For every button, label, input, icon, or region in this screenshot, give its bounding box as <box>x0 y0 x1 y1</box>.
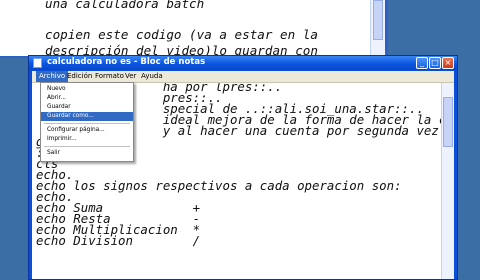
menu-ayuda[interactable]: Ayuda <box>138 71 166 82</box>
menu-item-salir[interactable]: Salir <box>41 149 133 158</box>
background-notepad-window[interactable]: una calculadora batch copien este codigo… <box>0 0 388 73</box>
notepad-app-icon <box>33 58 42 68</box>
menu-separator <box>44 123 130 124</box>
maximize-button[interactable]: □ <box>429 57 441 69</box>
menu-ver[interactable]: Ver <box>122 71 139 82</box>
background-scrollbar[interactable] <box>370 0 385 58</box>
title-bar[interactable]: calculadora no es - Bloc de notas _ □ × <box>29 56 457 70</box>
vertical-scrollbar[interactable] <box>441 83 454 279</box>
window-title: calculadora no es - Bloc de notas <box>47 57 206 67</box>
menu-separator <box>44 146 130 147</box>
menu-item-guardar-como[interactable]: Guardar como... <box>41 112 133 121</box>
menu-item-imprimir[interactable]: Imprimir... <box>41 135 133 144</box>
background-scrollbar-thumb[interactable] <box>373 0 383 40</box>
close-button[interactable]: × <box>442 57 454 69</box>
menu-item-configurar-pagina[interactable]: Configurar página... <box>41 126 133 135</box>
scrollbar-thumb[interactable] <box>443 97 453 147</box>
menu-item-guardar[interactable]: Guardar <box>41 103 133 112</box>
file-menu-dropdown: Nuevo Abrir... Guardar Guardar como... C… <box>40 82 134 162</box>
menu-item-nuevo[interactable]: Nuevo <box>41 85 133 94</box>
minimize-button[interactable]: _ <box>416 57 428 69</box>
menu-edicion[interactable]: Edición <box>64 71 95 82</box>
menu-item-abrir[interactable]: Abrir... <box>41 94 133 103</box>
